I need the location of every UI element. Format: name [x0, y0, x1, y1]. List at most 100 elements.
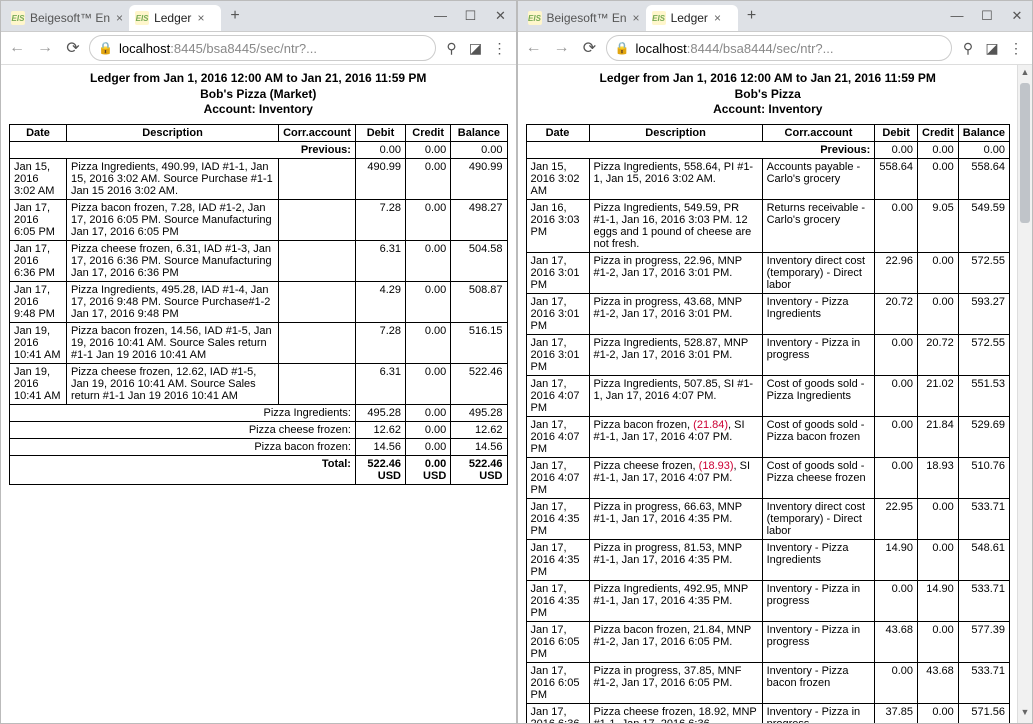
- previous-credit: 0.00: [918, 141, 959, 158]
- new-tab-button[interactable]: +: [223, 7, 247, 25]
- cell-credit: 0.00: [918, 539, 959, 580]
- cell-credit: 14.90: [918, 580, 959, 621]
- cell-balance: 549.59: [958, 199, 1009, 252]
- col-credit: Credit: [918, 124, 959, 141]
- previous-debit: 0.00: [355, 141, 405, 158]
- scroll-down-arrow-icon[interactable]: ▼: [1018, 707, 1032, 721]
- cell-corr-account: Inventory - Pizza in progress: [762, 334, 875, 375]
- cell-debit: 22.96: [875, 252, 918, 293]
- cell-corr-account: Returns receivable - Carlo's grocery: [762, 199, 875, 252]
- profile-icon[interactable]: ◪: [464, 40, 488, 57]
- window-controls: — ☐ ✕: [426, 8, 516, 24]
- maximize-button[interactable]: ☐: [972, 8, 1002, 24]
- previous-label: Previous:: [526, 141, 875, 158]
- table-row: Jan 17, 2016 6:05 PMPizza bacon frozen, …: [526, 621, 1010, 662]
- minimize-button[interactable]: —: [426, 8, 456, 24]
- favicon-eis-icon: EIS: [135, 11, 149, 25]
- address-bar[interactable]: 🔒 localhost:8445/bsa8445/sec/ntr?...: [89, 35, 436, 61]
- menu-icon[interactable]: ⋮: [488, 40, 512, 57]
- col-date: Date: [526, 124, 589, 141]
- cell-corr-account: [279, 240, 356, 281]
- back-button[interactable]: ←: [5, 39, 29, 57]
- cell-balance: 533.71: [958, 662, 1009, 703]
- reload-button[interactable]: ⟳: [578, 38, 602, 58]
- cell-balance: 529.69: [958, 416, 1009, 457]
- tab-close-icon[interactable]: ×: [714, 11, 721, 25]
- url-host: localhost: [119, 41, 170, 56]
- cell-balance: 510.76: [958, 457, 1009, 498]
- summary-credit: 0.00: [406, 404, 451, 421]
- cell-corr-account: Inventory - Pizza bacon frozen: [762, 662, 875, 703]
- tab-close-icon[interactable]: ×: [116, 11, 123, 25]
- cell-corr-account: [279, 322, 356, 363]
- cell-date: Jan 17, 2016 6:05 PM: [526, 621, 589, 662]
- cell-corr-account: [279, 363, 356, 404]
- cell-balance: 522.46: [451, 363, 507, 404]
- browser-window-right: EIS Beigesoft™ En × EIS Ledger × + — ☐ ✕…: [517, 0, 1033, 724]
- search-icon[interactable]: ⚲: [440, 40, 464, 57]
- cell-balance: 558.64: [958, 158, 1009, 199]
- address-bar[interactable]: 🔒 localhost:8444/bsa8444/sec/ntr?...: [606, 35, 953, 61]
- tab-beigesoft[interactable]: EIS Beigesoft™ En ×: [522, 5, 646, 31]
- scroll-up-arrow-icon[interactable]: ▲: [1018, 67, 1032, 81]
- summary-credit: 0.00: [406, 421, 451, 438]
- menu-icon[interactable]: ⋮: [1004, 40, 1028, 57]
- cell-debit: 14.90: [875, 539, 918, 580]
- cell-description: Pizza Ingredients, 490.99, IAD #1-1, Jan…: [67, 158, 279, 199]
- forward-button[interactable]: →: [550, 39, 574, 57]
- vertical-scrollbar[interactable]: ▲ ▼: [1017, 65, 1032, 723]
- profile-icon[interactable]: ◪: [980, 40, 1004, 57]
- tab-beigesoft[interactable]: EIS Beigesoft™ En ×: [5, 5, 129, 31]
- cell-date: Jan 17, 2016 4:35 PM: [526, 498, 589, 539]
- summary-credit: 0.00: [406, 438, 451, 455]
- url-path: :8445/bsa8445/sec/ntr?...: [170, 41, 317, 56]
- forward-button[interactable]: →: [33, 39, 57, 57]
- reload-button[interactable]: ⟳: [61, 38, 85, 58]
- tab-close-icon[interactable]: ×: [197, 11, 204, 25]
- new-tab-button[interactable]: +: [740, 7, 764, 25]
- cell-credit: 0.00: [406, 363, 451, 404]
- cell-balance: 498.27: [451, 199, 507, 240]
- col-debit: Debit: [875, 124, 918, 141]
- favicon-eis-icon: EIS: [652, 11, 666, 25]
- cell-date: Jan 17, 2016 6:36 PM: [10, 240, 67, 281]
- cell-corr-account: Inventory direct cost (temporary) - Dire…: [762, 498, 875, 539]
- tab-ledger[interactable]: EIS Ledger ×: [646, 5, 738, 31]
- cell-credit: 21.02: [918, 375, 959, 416]
- summary-balance: 14.56: [451, 438, 507, 455]
- cell-credit: 0.00: [918, 293, 959, 334]
- cell-debit: 0.00: [875, 457, 918, 498]
- cell-debit: 7.28: [355, 199, 405, 240]
- cell-description: Pizza bacon frozen, (21.84), SI #1-1, Ja…: [589, 416, 762, 457]
- titlebar: EIS Beigesoft™ En × EIS Ledger × + — ☐ ✕: [518, 1, 1033, 32]
- cell-description: Pizza cheese frozen, 18.92, MNP #1-1, Ja…: [589, 703, 762, 723]
- summary-label: Pizza Ingredients:: [10, 404, 356, 421]
- summary-debit: 14.56: [355, 438, 405, 455]
- previous-debit: 0.00: [875, 141, 918, 158]
- tab-close-icon[interactable]: ×: [633, 11, 640, 25]
- tab-ledger[interactable]: EIS Ledger ×: [129, 5, 221, 31]
- scroll-thumb[interactable]: [1020, 83, 1030, 223]
- summary-balance: 12.62: [451, 421, 507, 438]
- search-icon[interactable]: ⚲: [956, 40, 980, 57]
- cell-debit: 0.00: [875, 662, 918, 703]
- close-window-button[interactable]: ✕: [1002, 8, 1032, 24]
- cell-description: Pizza bacon frozen, 7.28, IAD #1-2, Jan …: [67, 199, 279, 240]
- back-button[interactable]: ←: [522, 39, 546, 57]
- table-row: Jan 17, 2016 3:01 PMPizza in progress, 4…: [526, 293, 1010, 334]
- report-title: Ledger from Jan 1, 2016 12:00 AM to Jan …: [526, 71, 1011, 118]
- tab-label: Ledger: [154, 11, 191, 25]
- cell-credit: 18.93: [918, 457, 959, 498]
- favicon-eis-icon: EIS: [528, 11, 542, 25]
- maximize-button[interactable]: ☐: [456, 8, 486, 24]
- cell-corr-account: [279, 158, 356, 199]
- lock-icon: 🔒: [615, 41, 630, 55]
- minimize-button[interactable]: —: [942, 8, 972, 24]
- table-row: Jan 17, 2016 6:05 PMPizza in progress, 3…: [526, 662, 1010, 703]
- close-window-button[interactable]: ✕: [486, 8, 516, 24]
- col-balance: Balance: [958, 124, 1009, 141]
- summary-label: Pizza bacon frozen:: [10, 438, 356, 455]
- summary-row: Pizza cheese frozen:12.620.0012.62: [10, 421, 508, 438]
- cell-credit: 0.00: [918, 252, 959, 293]
- ledger-table-left: Date Description Corr.account Debit Cred…: [9, 124, 508, 485]
